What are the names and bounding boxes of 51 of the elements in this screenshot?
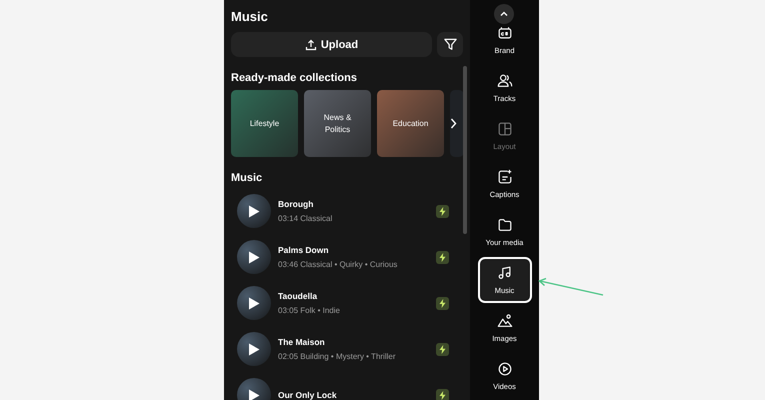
lightning-badge[interactable] <box>436 296 449 310</box>
section-heading: Ready-made collections <box>231 72 358 84</box>
album-thumbnail[interactable] <box>237 240 271 274</box>
track-details: 03:14 Classical <box>278 214 334 223</box>
collection-card[interactable] <box>450 90 464 157</box>
track-title: Borough <box>278 199 314 209</box>
play-icon[interactable] <box>248 388 260 400</box>
lightning-icon <box>439 252 446 262</box>
lightning-icon <box>439 390 446 400</box>
upload-button[interactable]: Upload <box>231 32 432 57</box>
track-title: Our Only Lock <box>278 390 338 400</box>
track-details: 03:46 Classical • Quirky • Curious <box>278 260 398 269</box>
lightning-icon <box>439 206 446 216</box>
play-icon[interactable] <box>248 250 260 264</box>
filter-icon <box>442 37 458 52</box>
brand-icon <box>496 25 512 41</box>
track-details: 02:05 Building • Mystery • Thriller <box>278 352 396 361</box>
captions-icon <box>496 169 512 185</box>
filter-button[interactable] <box>437 32 463 57</box>
album-thumbnail[interactable] <box>237 332 271 366</box>
track-details: 03:05 Folk • Indie <box>278 306 341 315</box>
play-icon[interactable] <box>248 296 260 310</box>
track-title: The Maison <box>278 337 326 347</box>
mountain-image-icon <box>496 313 512 329</box>
chevron-up-icon <box>500 11 508 17</box>
track-title: Taoudella <box>278 291 318 301</box>
lightning-badge[interactable] <box>436 342 449 356</box>
upload-icon <box>304 38 317 50</box>
album-thumbnail[interactable] <box>237 286 271 320</box>
people-icon <box>496 73 512 89</box>
folder-icon <box>496 217 512 233</box>
lightning-badge[interactable] <box>436 388 449 400</box>
scrollbar[interactable] <box>463 66 467 234</box>
play-icon[interactable] <box>248 204 260 218</box>
scroll-up-button[interactable] <box>494 4 514 24</box>
play-icon[interactable] <box>248 342 260 356</box>
play-circle-icon <box>496 361 512 377</box>
panel-title: Music <box>231 9 269 24</box>
lightning-badge[interactable] <box>436 250 449 264</box>
collection-card[interactable]: Lifestyle <box>231 90 298 157</box>
collection-card[interactable]: News & Politics <box>304 90 371 157</box>
layout-icon <box>496 121 512 137</box>
music-note-icon <box>496 265 512 281</box>
lightning-badge[interactable] <box>436 204 449 218</box>
lightning-icon <box>439 344 446 354</box>
collection-card[interactable]: Education <box>377 90 444 157</box>
chevron-right-icon[interactable] <box>450 118 457 129</box>
section-heading: Music <box>231 172 264 184</box>
track-title: Palms Down <box>278 245 330 255</box>
album-thumbnail[interactable] <box>237 194 271 228</box>
lightning-icon <box>439 298 446 308</box>
